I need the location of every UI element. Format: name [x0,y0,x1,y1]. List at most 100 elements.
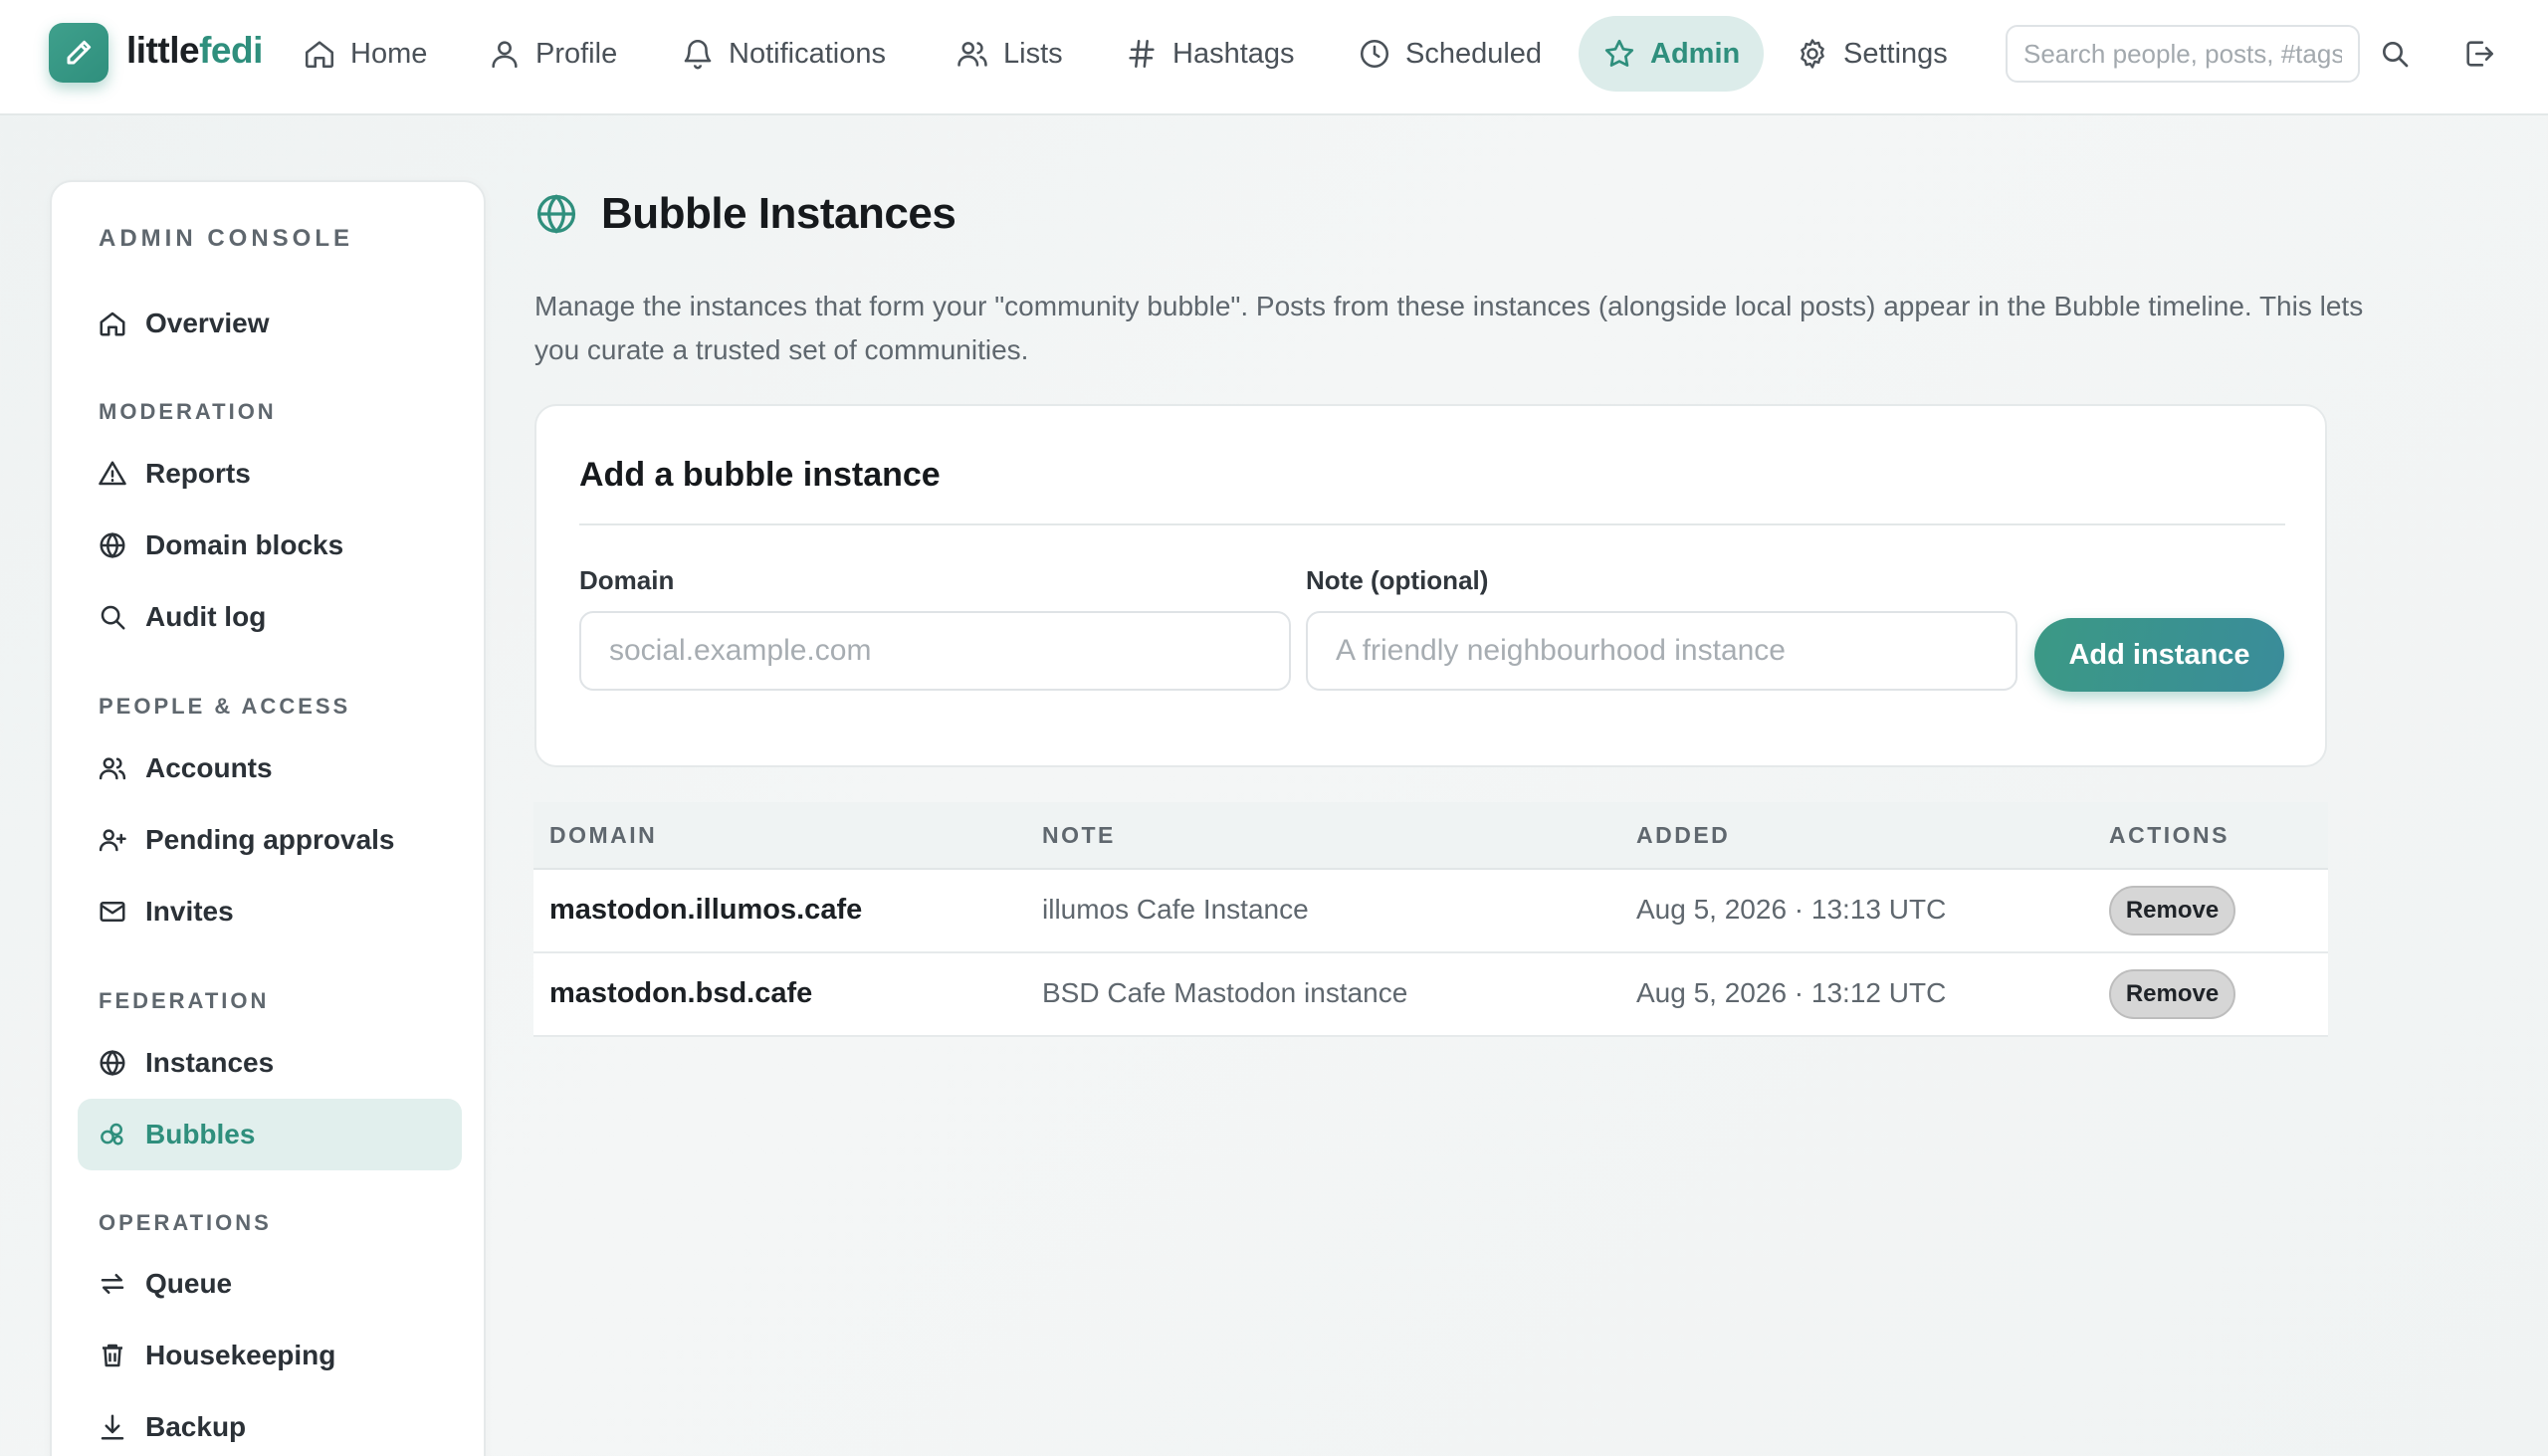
nav-admin[interactable]: Admin [1579,16,1765,92]
bubbles-icon [101,1123,123,1145]
cell-added: Aug 5, 2026 · 13:12 UTC [1636,977,1947,1008]
nav-home-label: Home [350,37,428,70]
globe-icon [100,1049,125,1077]
gear-icon [1801,39,1824,69]
pencil-icon [67,40,92,65]
sidebar-item-accounts[interactable]: Accounts [78,732,462,804]
trash-icon [103,1344,122,1367]
sidebar-item-domain-blocks[interactable]: Domain blocks [78,510,462,581]
sidebar-item-audit-log[interactable]: Audit log [78,581,462,653]
search-input[interactable] [2006,25,2360,83]
nav-hashtags-label: Hashtags [1172,37,1295,70]
column-header-added: ADDED [1636,822,1731,848]
sidebar-title: ADMIN CONSOLE [99,225,353,252]
section-people-access: PEOPLE & ACCESS [99,694,351,719]
sidebar-item-bubbles[interactable]: Bubbles [78,1099,462,1170]
sidebar-item-overview[interactable]: Overview [78,288,462,359]
sidebar-item-label: Queue [145,1268,233,1299]
bell-icon [684,40,712,70]
cell-domain: mastodon.illumos.cafe [549,894,863,926]
sidebar-item-label: Bubbles [145,1119,256,1149]
page-title: Bubble Instances [601,189,956,238]
nav-settings[interactable]: Settings [1772,16,1972,92]
sidebar-item-label: Housekeeping [145,1340,336,1370]
column-header-note: NOTE [1042,822,1116,848]
bubble-instances-table: DOMAIN NOTE ADDED ACTIONS mastodon.illum… [533,802,2328,1037]
table-row: mastodon.illumos.cafe illumos Cafe Insta… [533,870,2328,953]
sidebar-item-instances[interactable]: Instances [78,1027,462,1099]
sidebar-item-label: Reports [145,458,251,489]
home-icon [305,41,334,69]
logo[interactable] [49,23,108,83]
domain-input[interactable] [579,611,1291,691]
home-icon [100,312,125,336]
nav-scheduled-label: Scheduled [1405,37,1543,70]
card-title: Add a bubble instance [579,456,941,494]
nav-lists-label: Lists [1003,37,1063,70]
nav-notifications[interactable]: Notifications [657,16,910,92]
admin-sidebar: ADMIN CONSOLE Overview MODERATION Report… [50,180,486,1456]
search-button[interactable] [2374,33,2416,75]
nav-notifications-label: Notifications [729,37,886,70]
sidebar-item-label: Pending approvals [145,824,395,855]
nav-settings-label: Settings [1843,37,1948,70]
users-icon [99,757,126,780]
sidebar-item-label: Overview [145,308,270,338]
globe-icon [100,531,125,559]
nav-profile[interactable]: Profile [464,16,641,92]
remove-button[interactable]: Remove [2109,969,2235,1019]
users-icon [957,42,987,67]
page-description: Manage the instances that form your "com… [534,291,2364,365]
sidebar-item-housekeeping[interactable]: Housekeeping [78,1320,462,1391]
cell-note: illumos Cafe Instance [1042,894,1309,925]
sidebar-item-label: Invites [145,896,234,927]
logout-button[interactable] [2458,33,2500,75]
section-operations: OPERATIONS [99,1210,272,1235]
user-plus-icon [99,829,126,852]
sidebar-item-label: Accounts [145,752,273,783]
section-moderation: MODERATION [99,399,277,424]
sidebar-item-queue[interactable]: Queue [78,1248,462,1320]
remove-button[interactable]: Remove [2109,886,2235,936]
sidebar-item-reports[interactable]: Reports [78,438,462,510]
globe-icon [534,192,578,236]
column-header-domain: DOMAIN [549,822,658,848]
search-icon [101,605,125,630]
add-instance-button[interactable]: Add instance [2034,618,2284,692]
sidebar-item-pending-approvals[interactable]: Pending approvals [78,804,462,876]
hash-icon [1129,39,1155,69]
logout-icon [2466,41,2494,67]
cell-added: Aug 5, 2026 · 13:13 UTC [1636,894,1947,925]
nav-home[interactable]: Home [279,16,451,92]
note-label: Note (optional) [1306,565,1489,595]
divider [579,523,2285,525]
sidebar-item-label: Backup [145,1411,247,1442]
column-header-actions: ACTIONS [2109,822,2230,848]
nav-scheduled[interactable]: Scheduled [1334,16,1566,92]
top-navigation-bar: littlefedi Home Profile Notifications Li… [0,0,2548,115]
brand-accent: fedi [199,30,263,71]
sidebar-item-invites[interactable]: Invites [78,876,462,947]
clock-icon [1360,39,1389,69]
mail-icon [100,902,125,922]
nav-profile-label: Profile [535,37,618,70]
user-icon [492,41,518,69]
table-header: DOMAIN NOTE ADDED ACTIONS [533,802,2328,870]
sidebar-item-label: Domain blocks [145,529,344,560]
domain-label: Domain [579,565,675,595]
star-icon [1604,39,1634,67]
add-bubble-instance-card: Add a bubble instance Domain Note (optio… [534,404,2327,767]
download-icon [101,1414,124,1440]
sidebar-item-backup[interactable]: Backup [78,1391,462,1456]
brand-name[interactable]: littlefedi [126,30,263,72]
sidebar-item-label: Audit log [145,601,267,632]
nav-hashtags[interactable]: Hashtags [1101,16,1319,92]
nav-admin-label: Admin [1650,37,1741,70]
cell-domain: mastodon.bsd.cafe [549,977,813,1009]
note-input[interactable] [1306,611,2017,691]
sidebar-item-label: Instances [145,1047,275,1078]
brand-prefix: little [126,30,200,71]
nav-lists[interactable]: Lists [932,16,1087,92]
search-icon [2383,42,2409,68]
section-federation: FEDERATION [99,988,270,1013]
